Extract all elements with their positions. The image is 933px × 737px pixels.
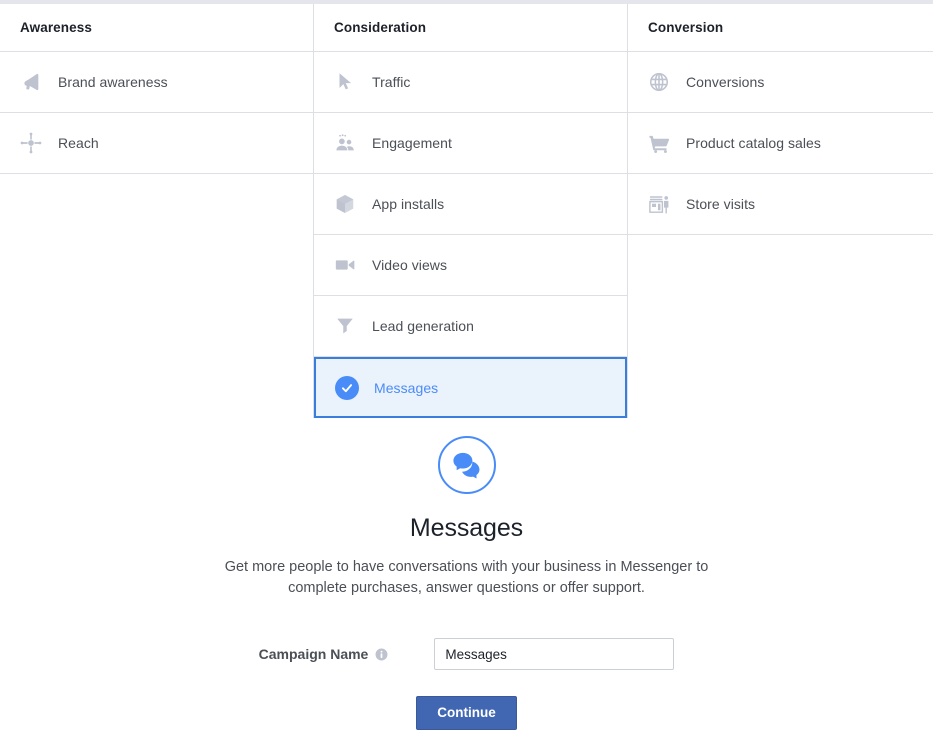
objective-option-label: Conversions bbox=[686, 74, 765, 90]
objective-column-consideration: Consideration Traffic Engagement App ins… bbox=[314, 4, 628, 418]
objective-option-conversions[interactable]: Conversions bbox=[628, 52, 933, 113]
objective-option-messages[interactable]: Messages bbox=[314, 357, 627, 418]
objective-option-label: Product catalog sales bbox=[686, 135, 821, 151]
chat-bubbles-icon bbox=[437, 436, 496, 494]
campaign-name-row: Campaign Name bbox=[0, 638, 933, 670]
reach-burst-icon bbox=[18, 130, 44, 156]
funnel-icon bbox=[332, 313, 358, 339]
objective-option-app-installs[interactable]: App installs bbox=[314, 174, 627, 235]
megaphone-icon bbox=[18, 69, 44, 95]
continue-button[interactable]: Continue bbox=[416, 696, 517, 730]
cursor-arrow-icon bbox=[332, 69, 358, 95]
objective-column-conversion: Conversion Conversions Product catalog s… bbox=[628, 4, 933, 418]
video-camera-icon bbox=[332, 252, 358, 278]
campaign-objective-page: Awareness Brand awareness Reach Consider… bbox=[0, 0, 933, 737]
column-header-conversion: Conversion bbox=[628, 4, 933, 52]
objective-option-engagement[interactable]: Engagement bbox=[314, 113, 627, 174]
globe-icon bbox=[646, 69, 672, 95]
objective-option-label: Messages bbox=[374, 379, 439, 396]
objective-option-reach[interactable]: Reach bbox=[0, 113, 313, 174]
detail-description: Get more people to have conversations wi… bbox=[224, 559, 709, 596]
objective-option-label: Video views bbox=[372, 257, 448, 273]
people-icon bbox=[332, 130, 358, 156]
objective-option-lead-generation[interactable]: Lead generation bbox=[314, 296, 627, 357]
detail-title: Messages bbox=[409, 514, 524, 542]
info-icon[interactable] bbox=[375, 648, 388, 661]
objective-option-label: Lead generation bbox=[372, 318, 474, 334]
objective-option-traffic[interactable]: Traffic bbox=[314, 52, 627, 113]
objective-option-label: Store visits bbox=[686, 196, 756, 212]
continue-button-row: Continue bbox=[0, 696, 933, 730]
storefront-icon bbox=[646, 191, 672, 217]
objective-grid: Awareness Brand awareness Reach Consider… bbox=[0, 4, 933, 418]
objective-option-video-views[interactable]: Video views bbox=[314, 235, 627, 296]
campaign-name-input[interactable] bbox=[434, 638, 675, 670]
objective-option-label: Engagement bbox=[372, 135, 452, 151]
campaign-name-label: Campaign Name bbox=[258, 646, 369, 662]
box-icon bbox=[332, 191, 358, 217]
objective-option-store-visits[interactable]: Store visits bbox=[628, 174, 933, 235]
objective-detail-panel: Messages Get more people to have convers… bbox=[0, 436, 933, 599]
objective-option-label: Reach bbox=[58, 135, 99, 151]
objective-option-label: Traffic bbox=[372, 74, 411, 90]
objective-column-awareness: Awareness Brand awareness Reach bbox=[0, 4, 314, 418]
column-header-consideration: Consideration bbox=[314, 4, 627, 52]
shopping-cart-icon bbox=[646, 130, 672, 156]
check-circle-icon bbox=[334, 375, 360, 401]
objective-option-product-catalog-sales[interactable]: Product catalog sales bbox=[628, 113, 933, 174]
column-header-awareness: Awareness bbox=[0, 4, 313, 52]
objective-option-label: App installs bbox=[372, 196, 445, 212]
objective-option-label: Brand awareness bbox=[58, 74, 168, 90]
objective-option-brand-awareness[interactable]: Brand awareness bbox=[0, 52, 313, 113]
